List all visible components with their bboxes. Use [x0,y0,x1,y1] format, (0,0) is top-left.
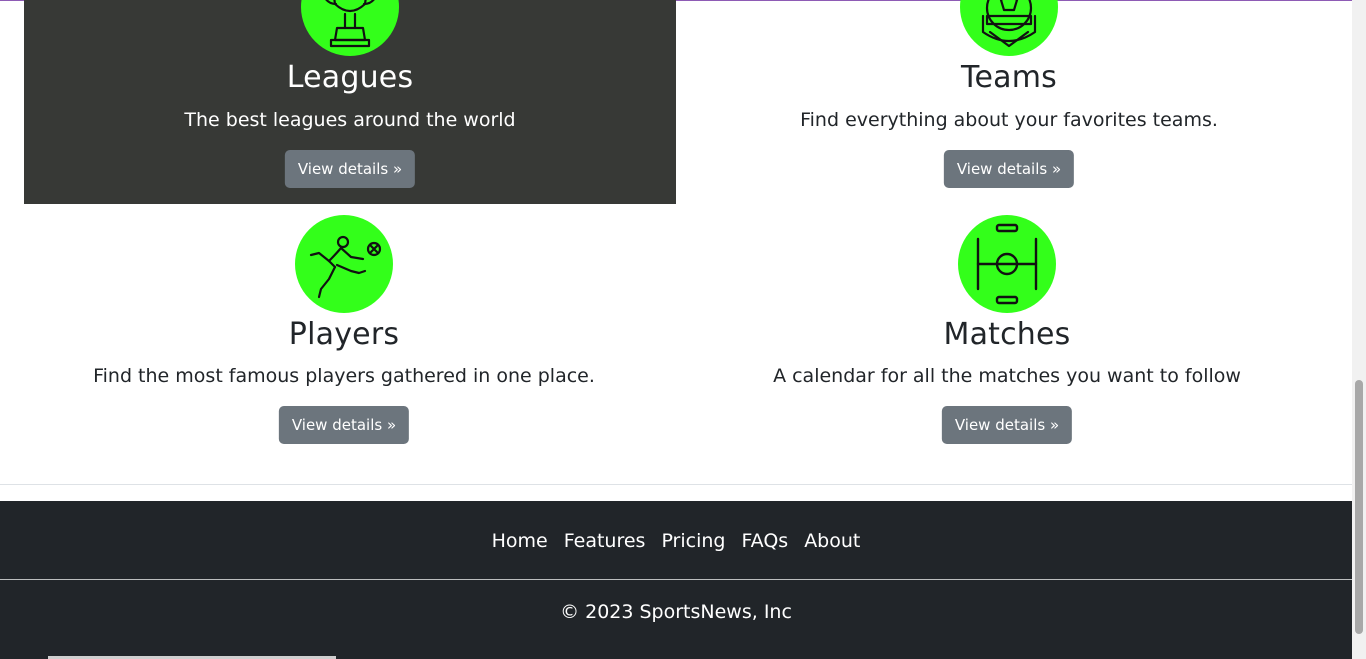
footer-link-pricing[interactable]: Pricing [653,525,733,557]
section-divider [0,484,1352,485]
view-details-button-teams[interactable]: View details » [943,150,1075,188]
view-details-button-matches[interactable]: View details » [941,406,1073,444]
feature-description: A calendar for all the matches you want … [773,365,1241,387]
view-details-button-leagues[interactable]: View details » [284,150,416,188]
footer-link-about[interactable]: About [796,525,868,557]
feature-description: Find the most famous players gathered in… [93,365,595,387]
feature-card-players: Players Find the most famous players gat… [18,204,670,454]
feature-title: Leagues [286,60,414,95]
feature-description: Find everything about your favorites tea… [800,109,1218,131]
feature-description: The best leagues around the world [184,109,516,131]
view-details-button-players[interactable]: View details » [278,406,410,444]
team-crest-icon [960,0,1058,56]
feature-title: Teams [961,60,1057,95]
footer-link-faqs[interactable]: FAQs [733,525,796,557]
feature-card-leagues: Leagues The best leagues around the worl… [24,0,676,204]
feature-card-matches: Matches A calendar for all the matches y… [681,204,1333,454]
scrollbar-thumb[interactable] [1355,380,1363,634]
feature-card-teams: Teams Find everything about your favorit… [683,0,1335,204]
footer-nav: Home Features Pricing FAQs About [0,525,1352,557]
feature-title: Players [288,317,400,352]
footer-link-home[interactable]: Home [484,525,556,557]
vertical-scrollbar[interactable] [1352,0,1366,659]
footer-link-features[interactable]: Features [556,525,654,557]
footer-divider [0,579,1352,580]
football-pitch-icon [958,215,1056,313]
feature-title: Matches [943,317,1071,352]
copyright-text: © 2023 SportsNews, Inc [560,601,792,623]
football-player-icon [295,215,393,313]
site-footer: Home Features Pricing FAQs About © 2023 … [0,501,1352,659]
trophy-icon [301,0,399,56]
features-section: Leagues The best leagues around the worl… [0,0,1352,484]
